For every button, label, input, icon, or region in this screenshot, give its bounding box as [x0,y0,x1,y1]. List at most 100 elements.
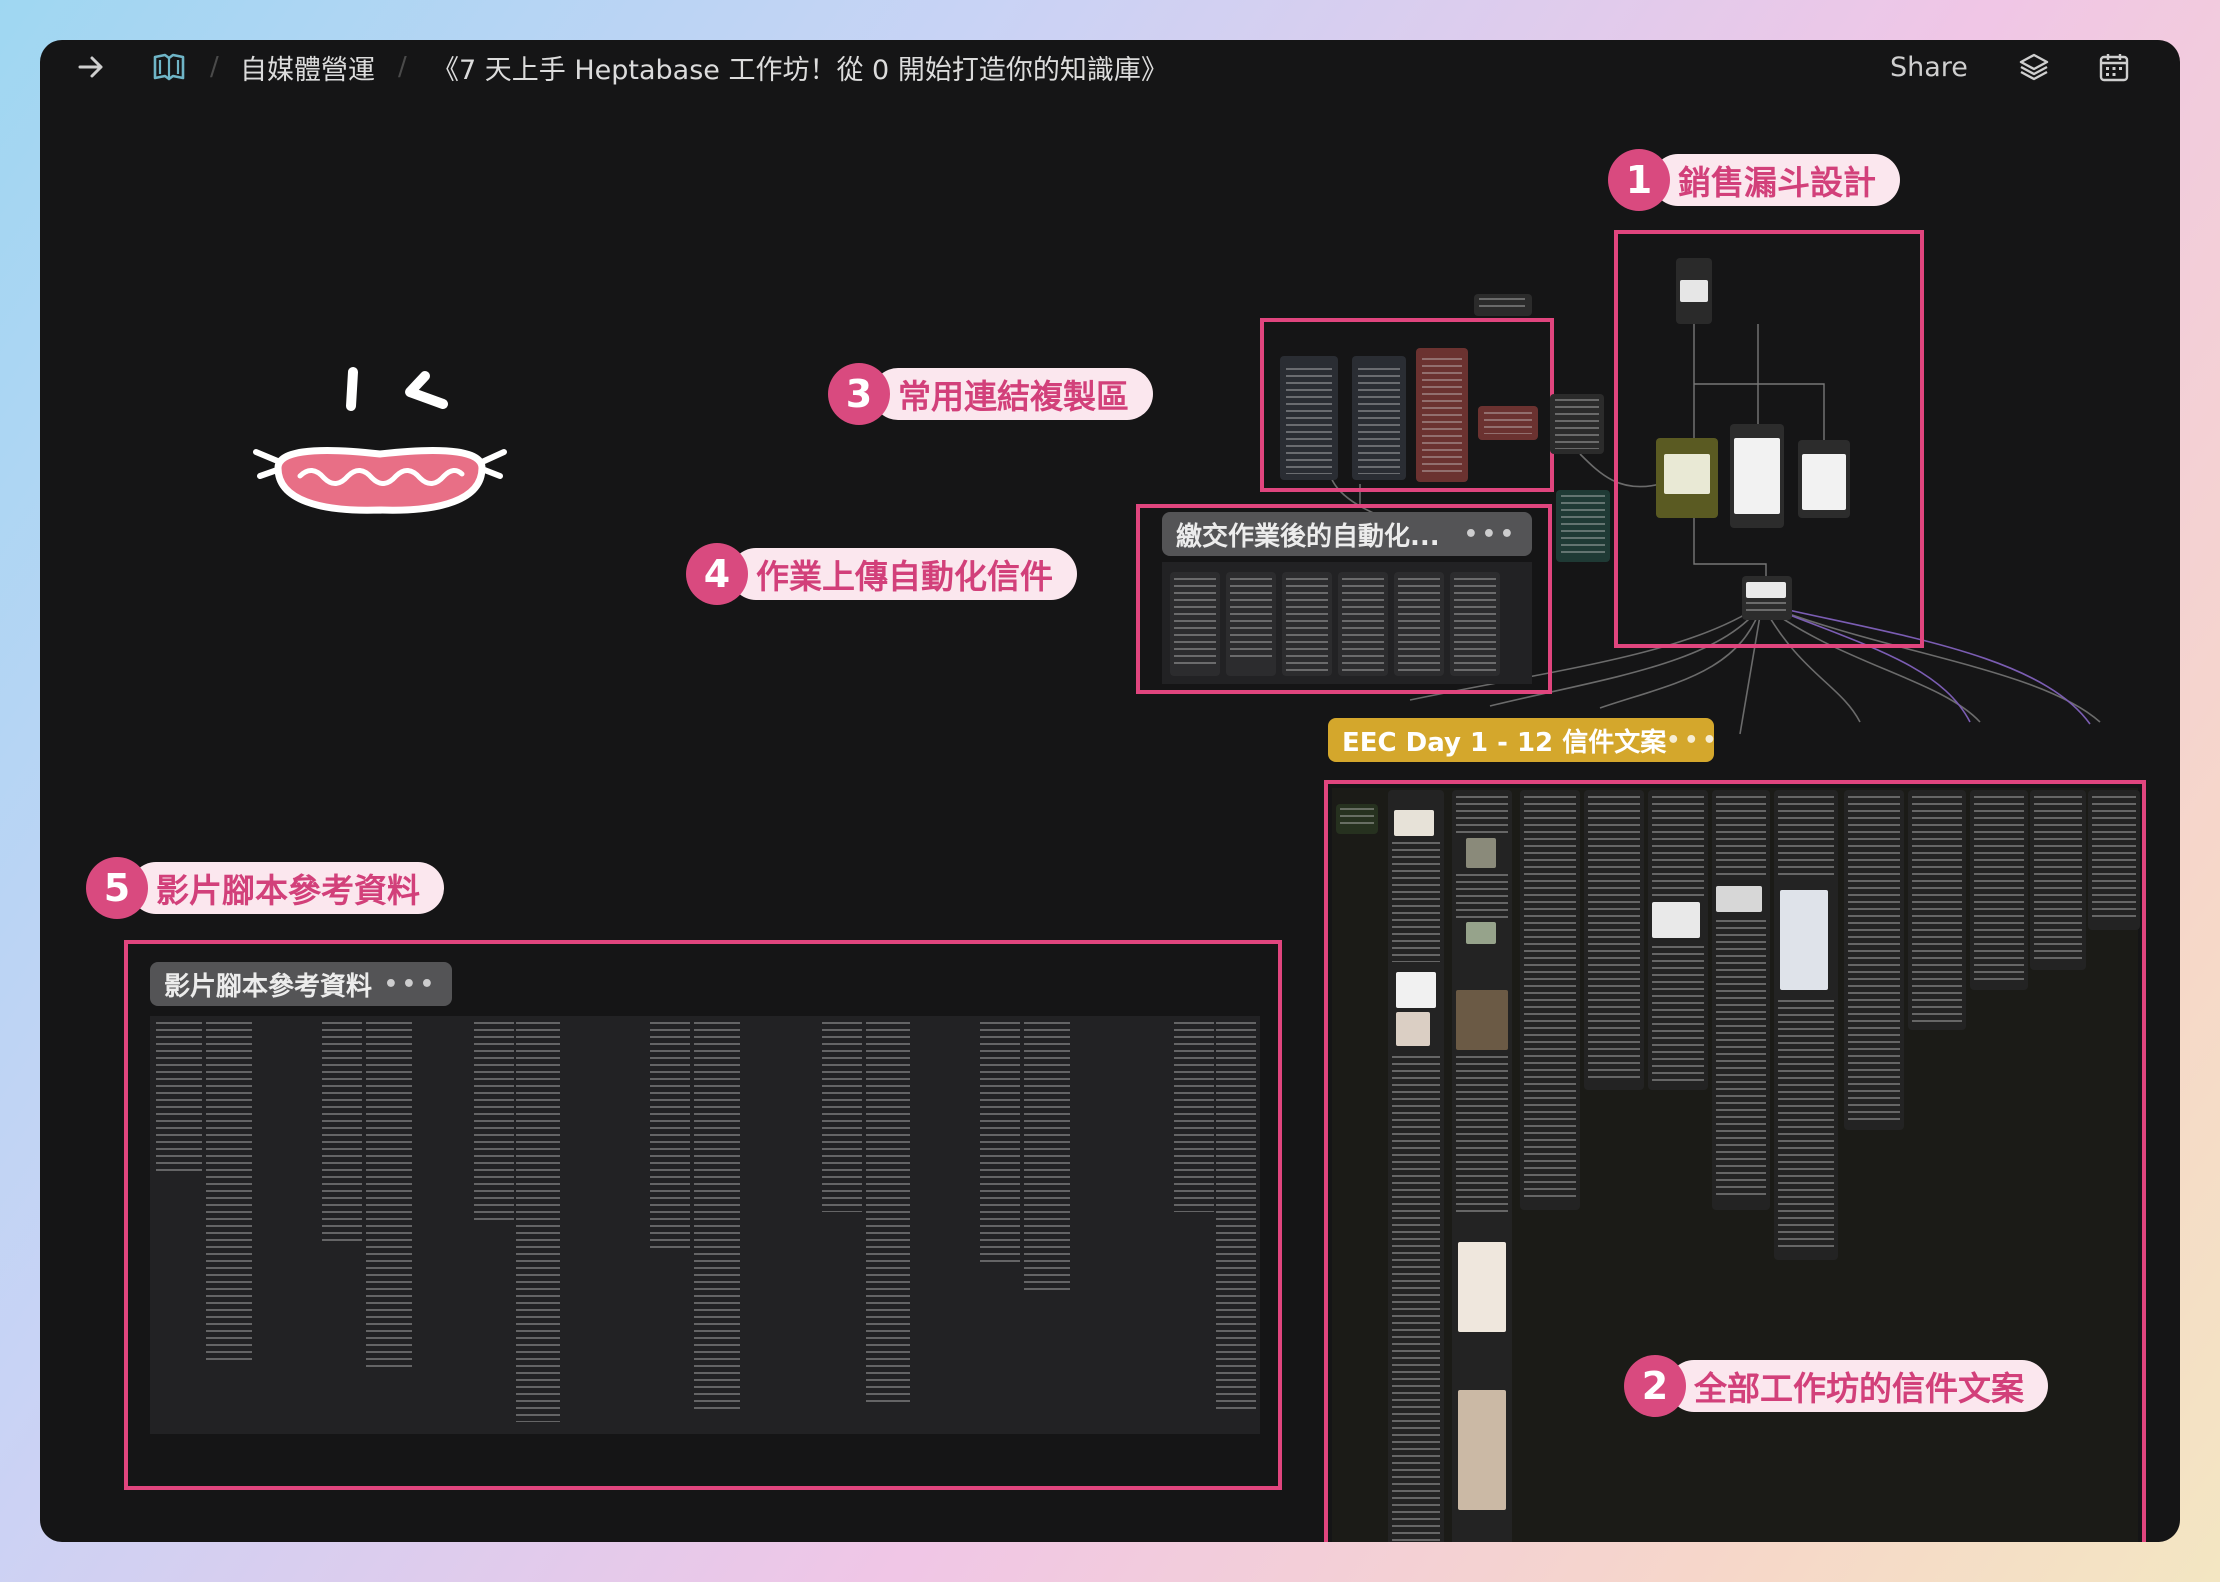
note-card[interactable] [1352,356,1406,480]
note-text-lines [1230,578,1272,658]
note-card[interactable] [1336,804,1378,834]
automation-section-label: 繳交作業後的自動化... [1176,521,1440,552]
note-card[interactable] [1970,790,2028,990]
note-card[interactable] [1388,790,1444,1542]
note-text-lines [1555,399,1599,449]
note-text-lines [1174,578,1216,668]
eec-section-title[interactable]: EEC Day 1 - 12 信件文案 ••• [1328,718,1716,762]
note-text-lines [1398,578,1440,674]
note-card[interactable] [1908,790,1966,1030]
note-card[interactable] [1550,394,1604,454]
note-text-lines [1456,874,1508,918]
note-text-lines [1484,412,1532,434]
note-card[interactable] [1394,572,1444,676]
note-text-lines [1456,1056,1508,1216]
annotation-label: 全部工作坊的信件文案 [1668,1360,2048,1412]
note-text-lines [980,1022,1020,1262]
note-text-lines [1454,578,1496,674]
note-card[interactable] [1280,356,1338,480]
note-thumbnail [1466,838,1496,868]
note-text-lines [206,1022,252,1362]
note-card[interactable] [1474,294,1532,316]
note-text-lines [1479,298,1525,312]
note-card[interactable] [2088,790,2140,930]
video-section-title[interactable]: 影片腳本參考資料 ••• [150,962,452,1006]
note-text-lines [516,1022,560,1422]
note-card[interactable] [1556,490,1610,562]
layers-icon [2019,53,2049,81]
note-text-lines [2092,796,2136,922]
more-options-icon[interactable]: ••• [1666,728,1720,753]
more-options-icon[interactable]: ••• [384,972,438,997]
note-text-lines [1422,358,1462,476]
note-text-lines [322,1022,362,1242]
note-card[interactable] [1338,572,1388,676]
note-card[interactable] [1282,572,1332,676]
note-card[interactable] [1584,790,1644,1090]
common-links-frame[interactable] [1260,318,1554,492]
note-card[interactable] [1226,572,1276,676]
note-text-lines [866,1022,910,1402]
note-text-lines [1524,796,1576,1202]
sales-funnel-frame[interactable] [1614,230,1924,648]
note-card[interactable] [1478,406,1538,440]
note-thumbnail [1780,890,1828,990]
note-card[interactable] [1774,790,1838,1260]
calendar-icon [2099,54,2129,82]
top-bar: / 自媒體營運 / 《7 天上手 Heptabase 工作坊！從 0 開始打造你… [40,40,2180,94]
note-text-lines [1342,578,1384,674]
breadcrumb-item-parent[interactable]: 自媒體營運 [240,40,375,94]
more-options-icon[interactable]: ••• [1464,522,1518,547]
note-text-lines [1716,796,1766,876]
layers-button[interactable] [2018,40,2050,94]
note-text-lines [694,1022,740,1412]
homework-automation-frame[interactable]: 繳交作業後的自動化... ••• [1136,504,1552,694]
note-card[interactable] [1844,790,1904,1130]
annotation-number: 4 [686,543,748,605]
annotation-label: 作業上傳自動化信件 [730,548,1077,600]
funnel-connectors [1693,324,1825,576]
note-text-lines [1024,1022,1070,1292]
note-text-lines [2034,796,2082,962]
whiteboard-canvas[interactable]: 繳交作業後的自動化... ••• EEC Day 1 - 12 信件文案 ••• [40,94,2180,1542]
note-text-lines [1216,1022,1256,1412]
video-section-label: 影片腳本參考資料 [164,971,373,1002]
note-thumbnail [1396,1012,1430,1046]
video-section-body [150,1016,1260,1434]
video-script-frame[interactable]: 影片腳本參考資料 ••• [124,940,1282,1490]
note-card[interactable] [1520,790,1580,1210]
note-thumbnail [1466,922,1496,944]
note-text-lines [1392,1056,1440,1542]
note-card[interactable] [1450,572,1500,676]
share-button[interactable]: Share [1890,40,1968,94]
note-text-lines [1174,1022,1214,1212]
whiteboard-icon-button[interactable] [152,40,186,94]
note-text-lines [1358,368,1400,474]
annotation-number: 5 [86,857,148,919]
note-text-lines [474,1022,514,1222]
note-thumbnail [1396,972,1436,1008]
eec-section-label: EEC Day 1 - 12 信件文案 [1342,727,1667,758]
note-card[interactable] [2030,790,2086,970]
note-card[interactable] [1648,790,1708,1090]
note-thumbnail [1716,886,1762,912]
sausage-sticker-icon [253,367,507,514]
breadcrumb-item-current[interactable]: 《7 天上手 Heptabase 工作坊！從 0 開始打造你的知識庫》 [432,40,1168,94]
note-text-lines [1974,796,2024,982]
annotation-number: 1 [1608,149,1670,211]
note-text-lines [822,1022,862,1212]
note-text-lines [156,1022,202,1172]
note-text-lines [1652,796,1704,896]
note-card[interactable] [1170,572,1220,676]
note-card[interactable] [1712,790,1770,1210]
note-card[interactable] [1416,348,1468,482]
note-text-lines [1848,796,1900,1122]
annotation-label: 影片腳本參考資料 [130,862,444,914]
note-card[interactable] [1452,790,1512,1542]
calendar-button[interactable] [2098,40,2130,94]
note-thumbnail [1394,810,1434,836]
automation-section-title[interactable]: 繳交作業後的自動化... ••• [1162,512,1532,556]
note-text-lines [1286,578,1328,674]
forward-button[interactable] [76,40,106,94]
all-workshop-emails-frame[interactable] [1324,780,2146,1542]
